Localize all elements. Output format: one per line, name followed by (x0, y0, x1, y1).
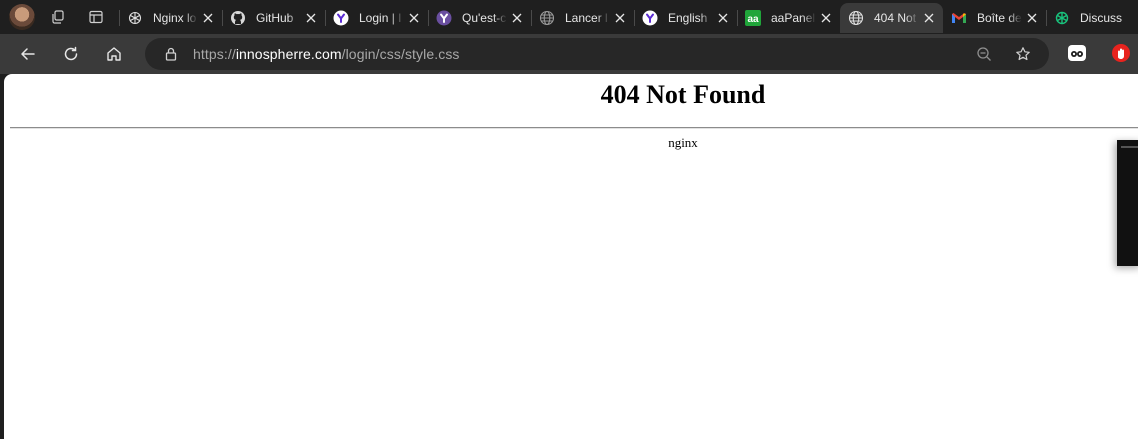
github-icon (230, 10, 246, 26)
tab-strip: Nginx lo GitHub Login | I Qu'est-c Lance… (0, 0, 1138, 34)
tab-github[interactable]: GitHub (222, 3, 325, 33)
close-icon[interactable] (1024, 10, 1040, 26)
close-icon[interactable] (303, 10, 319, 26)
tab-title: aaPanel (771, 11, 816, 25)
tab-nginx[interactable]: Nginx lo (119, 3, 222, 33)
tab-title: English (668, 11, 708, 25)
tab-list: Nginx lo GitHub Login | I Qu'est-c Lance… (119, 0, 1138, 34)
arrow-left-icon (21, 48, 35, 60)
tab-discuss[interactable]: Discuss (1046, 3, 1138, 33)
tab-aapanel[interactable]: aa aaPanel (737, 3, 840, 33)
purple-badge-icon (333, 10, 349, 26)
tab-title: 404 Not (874, 11, 917, 25)
horizontal-rule (10, 127, 1138, 129)
url-scheme: https:// (193, 46, 236, 62)
svg-text:aa: aa (747, 14, 759, 25)
close-icon[interactable] (406, 10, 422, 26)
url-host: innospherre.com (235, 46, 342, 62)
purple-badge-icon (642, 10, 658, 26)
home-button[interactable] (98, 38, 130, 70)
tab-actions-icon (89, 10, 103, 24)
openai-icon (127, 10, 143, 26)
extension-hand-icon[interactable] (1110, 42, 1132, 64)
tab-gmail[interactable]: Boîte de (943, 3, 1046, 33)
reload-icon (64, 46, 78, 61)
close-icon[interactable] (818, 10, 834, 26)
profile-avatar[interactable] (9, 4, 35, 30)
gmail-icon (951, 10, 967, 26)
extension-eyes-icon[interactable] (1066, 42, 1088, 64)
close-icon[interactable] (612, 10, 628, 26)
home-icon (107, 47, 121, 61)
workspaces-button[interactable] (43, 2, 73, 32)
tab-quest-ce[interactable]: Qu'est-c (428, 3, 531, 33)
tab-title: Qu'est-c (462, 11, 507, 25)
tab-actions-button[interactable] (81, 2, 111, 32)
lock-icon[interactable] (163, 46, 179, 62)
globe-icon (848, 10, 864, 26)
aapanel-icon: aa (745, 10, 761, 26)
close-icon[interactable] (715, 10, 731, 26)
close-icon[interactable] (921, 10, 937, 26)
reload-button[interactable] (55, 38, 87, 70)
workspaces-icon (52, 10, 64, 24)
zoom-out-icon[interactable] (976, 46, 992, 62)
globe-icon (539, 10, 555, 26)
tab-title: GitHub (256, 11, 294, 25)
close-icon[interactable] (509, 10, 525, 26)
close-icon[interactable] (200, 10, 216, 26)
tab-title: Login | I (359, 11, 402, 25)
tab-title: Boîte de (977, 11, 1022, 25)
url-path: /login/css/style.css (341, 46, 460, 62)
address-bar[interactable]: https://innospherre.com/login/css/style.… (145, 38, 1049, 70)
window-preview-thumbnail[interactable] (1117, 140, 1138, 266)
browser-toolbar: https://innospherre.com/login/css/style.… (0, 34, 1138, 74)
tab-login[interactable]: Login | I (325, 3, 428, 33)
page-viewport: 404 Not Found nginx (4, 74, 1138, 439)
chatgpt-icon (1054, 10, 1070, 26)
page-title: 404 Not Found (600, 80, 766, 109)
tab-strip-controls (0, 0, 111, 34)
favorite-star-icon[interactable] (1015, 46, 1031, 62)
tab-title: Discuss (1080, 11, 1123, 25)
tab-english[interactable]: English (634, 3, 737, 33)
tab-title: Nginx lo (153, 11, 197, 25)
tab-404-not-found[interactable]: 404 Not (840, 3, 943, 33)
back-button[interactable] (12, 38, 44, 70)
tab-lancer[interactable]: Lancer l (531, 3, 634, 33)
server-signature: nginx (668, 135, 698, 150)
url-text[interactable]: https://innospherre.com/login/css/style.… (193, 46, 460, 62)
purple-badge-icon (436, 10, 452, 26)
tab-title: Lancer l (565, 11, 608, 25)
